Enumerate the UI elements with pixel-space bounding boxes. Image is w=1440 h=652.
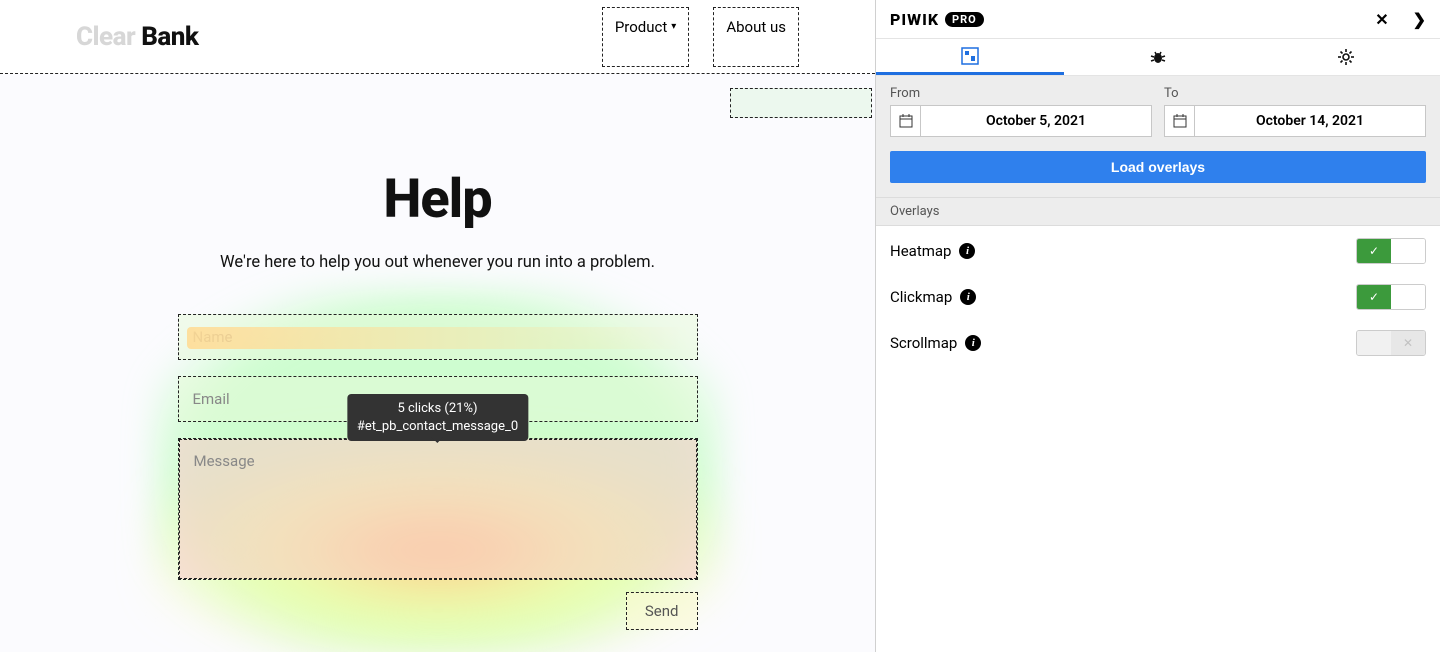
piwik-panel: PIWIK PRO ✕ ❯ [875,0,1440,652]
chevron-right-icon[interactable]: ❯ [1413,10,1426,29]
panel-header: PIWIK PRO ✕ ❯ [876,0,1440,38]
date-to-label: To [1164,86,1426,101]
tooltip-line2: #et_pb_contact_message_0 [357,418,518,436]
email-placeholder: Email [193,390,230,408]
tab-debug[interactable] [1064,39,1252,75]
page-body: Help We're here to help you out whenever… [0,74,875,630]
date-from-label: From [890,86,1152,101]
panel-tabs [876,38,1440,76]
nav-about[interactable]: About us [713,7,799,67]
site-brand: Clear Bank [76,22,198,52]
analyzed-website: Clear Bank Product ▾ About us Help We're… [0,0,875,652]
brand-dim: Clear [76,22,141,52]
toggle-row-scrollmap: Scrollmap i ✕ [890,330,1426,356]
info-icon[interactable]: i [960,289,976,305]
calendar-icon [891,106,921,136]
toggle-on [1357,331,1391,355]
toggle-row-clickmap: Clickmap i ✓ [890,284,1426,310]
bug-icon [1149,48,1167,66]
gear-icon [1337,48,1355,66]
clickmap-label: Clickmap [890,288,952,306]
tooltip-line1: 5 clicks (21%) [357,400,518,418]
info-icon[interactable]: i [965,335,981,351]
toggle-off [1391,239,1425,263]
overlays-section-label: Overlays [876,197,1440,226]
overlays-icon [961,47,979,65]
message-placeholder: Message [194,452,255,470]
send-label: Send [645,602,679,620]
contact-form: Name Email 5 clicks (21%) #et_pb_contact… [178,314,698,630]
toggle-off [1391,285,1425,309]
site-nav: Product ▾ About us [602,7,799,67]
overlay-region-header [730,88,872,118]
scrollmap-toggle[interactable]: ✕ [1356,330,1426,356]
load-overlays-button[interactable]: Load overlays [890,151,1426,183]
piwik-logo: PIWIK PRO [890,10,984,29]
date-to-value: October 14, 2021 [1195,106,1425,136]
heatmap-toggle[interactable]: ✓ [1356,238,1426,264]
message-overlay-outline: Message [178,438,698,580]
toggle-on: ✓ [1357,285,1391,309]
send-button[interactable]: Send [626,592,698,630]
date-to-input[interactable]: October 14, 2021 [1164,105,1426,137]
page-subtitle: We're here to help you out whenever you … [220,253,655,272]
logo-badge: PRO [945,12,984,27]
date-to-col: To October 14, 2021 [1164,86,1426,137]
panel-actions: ✕ ❯ [1375,10,1426,29]
logo-text: PIWIK [890,10,939,29]
heatmap-label: Heatmap [890,242,951,260]
name-placeholder: Name [193,328,233,346]
date-from-value: October 5, 2021 [921,106,1151,136]
calendar-icon [1165,106,1195,136]
toggle-off: ✕ [1391,331,1425,355]
message-field[interactable]: Message [179,439,697,579]
name-field[interactable]: Name [178,314,698,360]
close-icon[interactable]: ✕ [1375,10,1388,29]
overlay-toggles: Heatmap i ✓ Clickmap i ✓ Scrollmap i [876,226,1440,368]
date-from-col: From October 5, 2021 [890,86,1152,137]
clickmap-toggle[interactable]: ✓ [1356,284,1426,310]
clickmap-tooltip: 5 clicks (21%) #et_pb_contact_message_0 [347,394,528,441]
tab-settings[interactable] [1252,39,1440,75]
nav-about-label: About us [726,18,786,36]
nav-product[interactable]: Product ▾ [602,7,689,67]
date-range-section: From October 5, 2021 To October 14, 2021 [876,76,1440,197]
nav-product-label: Product [615,18,667,36]
info-icon[interactable]: i [959,243,975,259]
brand-bold: Bank [141,22,198,52]
scrollmap-label: Scrollmap [890,334,957,352]
chevron-down-icon: ▾ [671,21,676,32]
toggle-row-heatmap: Heatmap i ✓ [890,238,1426,264]
toggle-on: ✓ [1357,239,1391,263]
page-title: Help [383,168,491,231]
date-from-input[interactable]: October 5, 2021 [890,105,1152,137]
site-header: Clear Bank Product ▾ About us [0,0,875,74]
tab-overlays[interactable] [876,39,1064,75]
